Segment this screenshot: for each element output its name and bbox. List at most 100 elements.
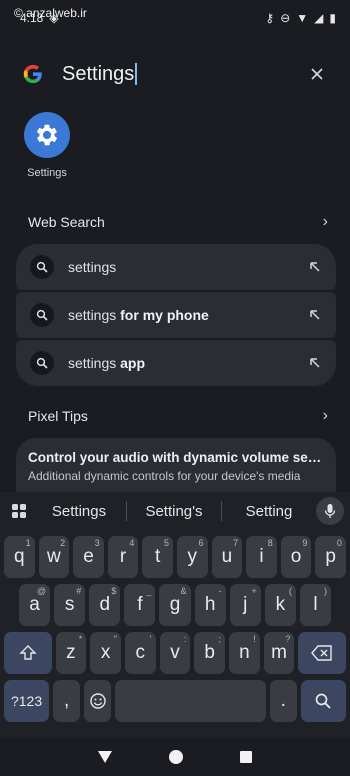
key-hint: 8 (267, 538, 273, 548)
key-hint: ' (149, 634, 152, 644)
key-label: j (243, 594, 248, 615)
pixel-tips-header[interactable]: Pixel Tips › (28, 404, 328, 428)
key-label: x (100, 642, 111, 663)
key-row-1: q1w2e3r4t5y6u7i8o9p0 (0, 536, 350, 578)
home-icon[interactable] (168, 749, 184, 765)
suggestion-text: settings app (68, 355, 146, 371)
search-icon (316, 693, 332, 709)
key-hint: ! (253, 634, 256, 644)
symbols-key[interactable]: ?123 (4, 680, 50, 722)
signal-icon: ◢ (314, 11, 324, 25)
key-row-3: z * x " c ' v: b; n! m? (0, 632, 350, 674)
key-g[interactable]: g & (159, 584, 191, 626)
key-d[interactable]: d $ (89, 584, 121, 626)
shift-key[interactable] (4, 632, 52, 674)
key-p[interactable]: p0 (315, 536, 346, 578)
key-b[interactable]: b; (194, 632, 226, 674)
search-icon (30, 351, 54, 375)
key-hint: 0 (336, 538, 342, 548)
key-hint: ) (323, 586, 327, 596)
search-input[interactable]: Settings (62, 63, 306, 86)
word-suggestion[interactable]: Setting's (127, 503, 221, 520)
shift-icon (19, 645, 37, 660)
key-label: n (239, 642, 250, 663)
key-row-2: a @ s # d $ f _ g & h - j + k(l) (0, 584, 350, 626)
back-icon[interactable] (97, 750, 113, 764)
search-bar[interactable]: Settings (0, 54, 350, 94)
key-label: t (155, 546, 161, 567)
key-hint: 3 (94, 538, 100, 548)
settings-app-icon (24, 112, 70, 158)
space-bar[interactable] (115, 680, 266, 722)
key-label: q (14, 546, 25, 567)
key-hint: ( (288, 586, 292, 596)
key-w[interactable]: w2 (38, 536, 70, 578)
key-y[interactable]: y6 (176, 536, 208, 578)
key-c[interactable]: c ' (124, 632, 156, 674)
fill-query-arrow-icon[interactable] (308, 260, 322, 274)
key-icon: ⚷ (265, 11, 275, 25)
close-icon (311, 68, 323, 80)
key-x[interactable]: x " (90, 632, 121, 674)
key-label: g (169, 594, 181, 615)
backspace-icon (311, 645, 332, 661)
recents-icon[interactable] (239, 750, 253, 764)
key-label: h (204, 594, 216, 615)
fill-query-arrow-icon[interactable] (308, 308, 322, 322)
web-search-header[interactable]: Web Search › (28, 210, 328, 234)
key-e[interactable]: e3 (73, 536, 104, 578)
word-suggestion[interactable]: Settings (32, 503, 126, 520)
key-z[interactable]: z * (55, 632, 87, 674)
key-j[interactable]: j + (229, 584, 261, 626)
key-hint: 4 (129, 538, 135, 548)
key-hint: * (78, 634, 83, 644)
search-enter-key[interactable] (300, 680, 346, 722)
key-hint: $ (111, 586, 117, 596)
app-result-settings[interactable]: Settings (22, 112, 72, 179)
key-row-bottom: ?123 , . (0, 680, 350, 722)
key-hint: 9 (302, 538, 308, 548)
suggestion-item[interactable]: settings app (16, 340, 336, 386)
key-k[interactable]: k( (264, 584, 296, 626)
backspace-key[interactable] (298, 632, 346, 674)
word-suggestion[interactable]: Setting (222, 503, 316, 520)
key-label: c (135, 642, 146, 663)
key-label: v (170, 642, 180, 663)
key-o[interactable]: o9 (280, 536, 312, 578)
clear-search-button[interactable] (306, 63, 328, 85)
emoji-key[interactable] (84, 680, 112, 722)
key-r[interactable]: r4 (107, 536, 139, 578)
section-title: Pixel Tips (28, 408, 88, 424)
tip-subtitle: Additional dynamic controls for your dev… (28, 469, 301, 483)
key-n[interactable]: n! (229, 632, 260, 674)
key-t[interactable]: t5 (142, 536, 173, 578)
key-a[interactable]: a @ (19, 584, 51, 626)
key-label: s (64, 594, 75, 615)
watermark: © anzalweb.ir (14, 6, 87, 20)
key-h[interactable]: h- (194, 584, 226, 626)
battery-icon: ▮ (329, 11, 336, 25)
chevron-right-icon: › (322, 407, 328, 424)
key-hint: & (180, 586, 187, 596)
key-hint: @ (36, 586, 47, 596)
search-suggestions: settings settings for my phone settings … (16, 244, 336, 388)
comma-key[interactable]: , (53, 680, 81, 722)
pixel-tip-card[interactable]: Control your audio with dynamic volume s… (16, 438, 336, 496)
mic-button[interactable] (316, 497, 344, 525)
period-key[interactable]: . (269, 680, 297, 722)
key-u[interactable]: u7 (211, 536, 243, 578)
key-l[interactable]: l) (299, 584, 331, 626)
key-i[interactable]: i8 (246, 536, 277, 578)
key-hint: " (113, 634, 117, 644)
wifi-icon: ▼ (296, 11, 309, 25)
fill-query-arrow-icon[interactable] (308, 356, 322, 370)
key-q[interactable]: q1 (4, 536, 35, 578)
key-f[interactable]: f _ (124, 584, 156, 626)
suggestion-text: settings for my phone (68, 307, 209, 323)
suggestion-item[interactable]: settings (16, 244, 336, 290)
key-s[interactable]: s # (54, 584, 86, 626)
key-v[interactable]: v: (159, 632, 191, 674)
apps-grid-icon[interactable] (6, 498, 32, 524)
key-m[interactable]: m? (263, 632, 295, 674)
suggestion-item[interactable]: settings for my phone (16, 292, 336, 338)
